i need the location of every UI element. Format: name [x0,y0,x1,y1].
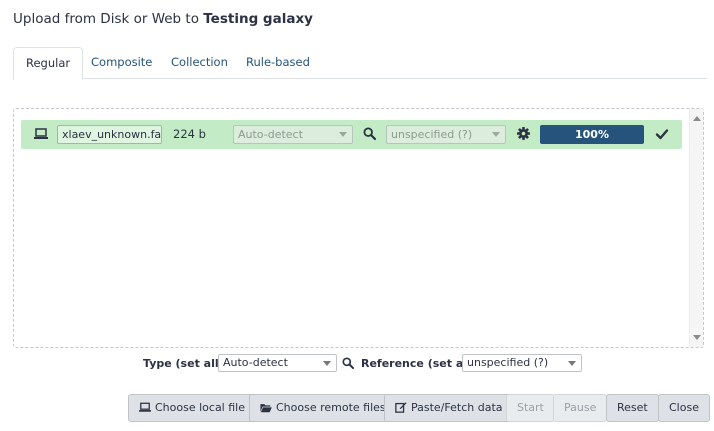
dialog-title: Upload from Disk or Web to Testing galax… [13,11,313,27]
scrollbar[interactable] [689,109,703,347]
edit-icon [395,402,407,413]
filename-field[interactable]: xlaev_unknown.fasta [57,125,162,144]
type-set-all-select[interactable]: Auto-detect [218,354,337,372]
tab-composite[interactable]: Composite [79,47,164,79]
chevron-down-icon [323,361,331,366]
paste-fetch-label: Paste/Fetch data [411,401,503,414]
chevron-down-icon [568,361,576,366]
laptop-icon [139,402,151,412]
scroll-up-icon[interactable] [693,116,701,121]
chevron-down-icon [492,132,500,137]
dialog-title-target: Testing galaxy [203,11,313,27]
gear-icon[interactable] [517,127,530,140]
search-icon[interactable] [342,357,354,369]
type-set-all: Type (set all): Auto-detect [143,354,363,372]
tab-rule-based[interactable]: Rule-based [234,47,322,79]
tab-regular[interactable]: Regular [13,47,84,80]
upload-tabs: Regular Composite Collection Rule-based [13,47,707,80]
close-button[interactable]: Close [658,394,710,422]
reset-button[interactable]: Reset [606,394,659,422]
laptop-icon[interactable] [34,127,48,141]
dbkey-select[interactable]: unspecified (?) [386,125,506,144]
pause-button[interactable]: Pause [553,394,608,422]
reference-set-all-select[interactable]: unspecified (?) [462,354,582,372]
chevron-down-icon [339,132,347,137]
tab-collection[interactable]: Collection [159,47,240,79]
choose-remote-files-label: Choose remote files [276,401,386,414]
choose-local-file-button[interactable]: Choose local file [128,394,256,422]
start-button[interactable]: Start [506,394,555,422]
dbkey-select-value: unspecified (?) [391,128,473,141]
reference-set-all-value: unspecified (?) [467,356,549,369]
upload-progress-bar: 100% [540,125,644,144]
choose-remote-files-button[interactable]: Choose remote files [249,394,397,422]
type-set-all-value: Auto-detect [223,356,288,369]
choose-local-file-label: Choose local file [155,401,245,414]
dialog-title-prefix: Upload from Disk or Web to [13,11,199,27]
reference-set-all: Reference (set all): unspecified (?) [361,354,586,372]
search-icon[interactable] [363,127,376,140]
scroll-down-icon[interactable] [693,335,701,340]
folder-open-icon [260,404,272,413]
extension-select-value: Auto-detect [238,128,303,141]
extension-select[interactable]: Auto-detect [233,125,353,144]
paste-fetch-button[interactable]: Paste/Fetch data [384,394,514,422]
type-set-all-label: Type (set all): [143,357,229,370]
check-icon [655,129,669,140]
upload-row: xlaev_unknown.fasta 224 b Auto-detect un… [21,120,682,149]
progress-label: 100% [575,128,609,141]
file-size: 224 b [173,127,206,141]
upload-file-list: xlaev_unknown.fasta 224 b Auto-detect un… [13,108,704,348]
